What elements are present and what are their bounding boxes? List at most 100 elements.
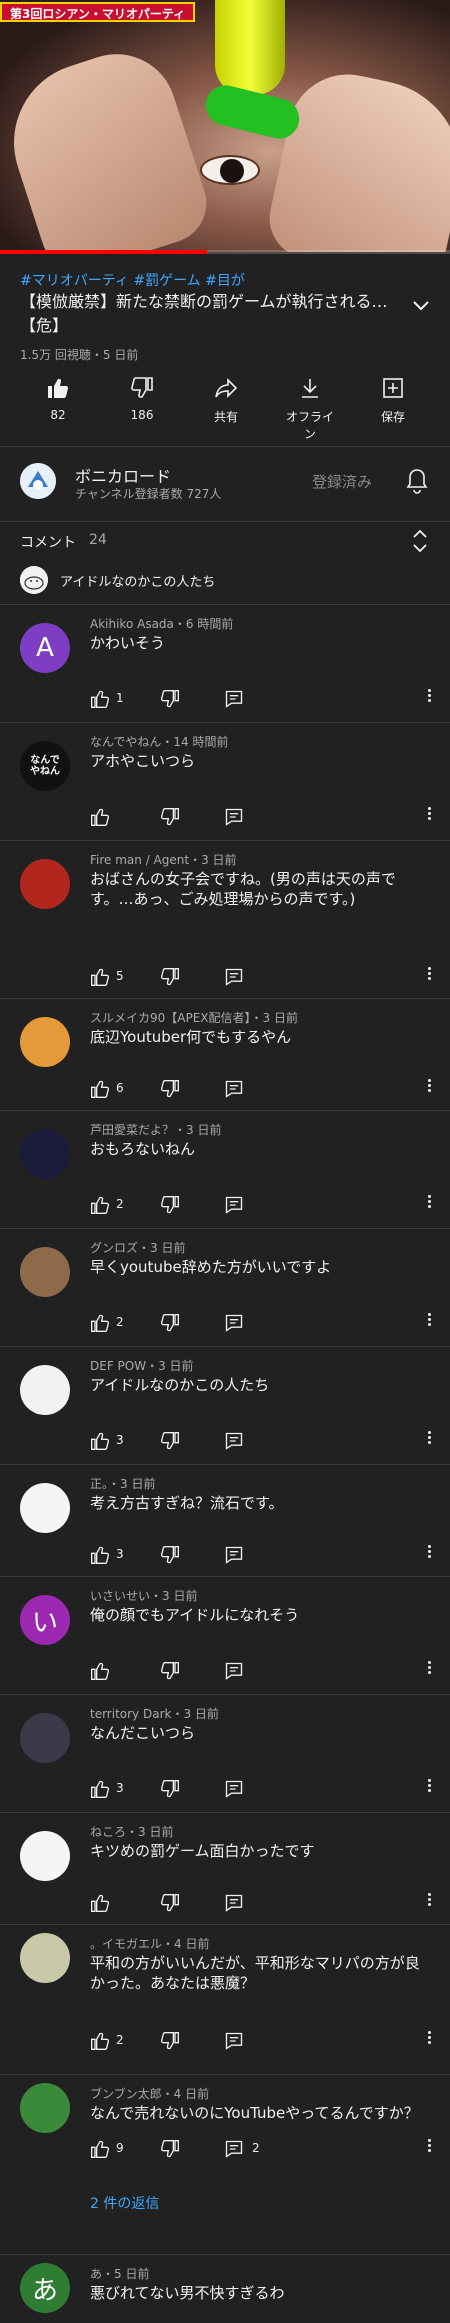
more-vert-icon[interactable] bbox=[426, 1777, 432, 1797]
commenter-avatar[interactable] bbox=[20, 1247, 70, 1297]
thumbs-up-icon[interactable] bbox=[90, 1079, 110, 1103]
comment-author[interactable]: スルメイカ90【APEX配信者】・3 日前 bbox=[90, 1009, 298, 1026]
save-button[interactable]: 保存 bbox=[336, 376, 450, 436]
channel-avatar[interactable] bbox=[20, 463, 56, 499]
comment-author[interactable]: ねころ・3 日前 bbox=[90, 1823, 173, 1840]
commenter-avatar[interactable]: A bbox=[20, 623, 70, 673]
commenter-avatar[interactable] bbox=[20, 1831, 70, 1881]
thumbs-up-icon[interactable] bbox=[90, 1431, 110, 1455]
comment-author[interactable]: territory Dark・3 日前 bbox=[90, 1705, 219, 1722]
playback-progress-bar[interactable] bbox=[0, 250, 450, 254]
commenter-avatar[interactable]: あ bbox=[20, 2263, 70, 2313]
commenter-avatar[interactable] bbox=[20, 1933, 70, 1983]
reply-icon[interactable] bbox=[224, 2031, 244, 2055]
comment-item: territory Dark・3 日前 なんだこいつら 3 bbox=[0, 1695, 450, 1813]
reply-icon[interactable] bbox=[224, 1545, 244, 1569]
commenter-avatar[interactable] bbox=[20, 1017, 70, 1067]
video-player[interactable]: 第3回ロシアン・マリオパーティ bbox=[0, 0, 450, 252]
comment-author[interactable]: DEF POW・3 日前 bbox=[90, 1357, 194, 1374]
reply-icon[interactable] bbox=[224, 689, 244, 713]
dislike-button[interactable]: 186 bbox=[116, 376, 168, 436]
thumbs-up-icon[interactable] bbox=[90, 807, 110, 831]
comment-author[interactable]: 。イモガエル・4 日前 bbox=[90, 1935, 209, 1952]
more-vert-icon[interactable] bbox=[426, 1659, 432, 1679]
thumbs-up-icon[interactable] bbox=[90, 689, 110, 713]
reply-icon[interactable] bbox=[224, 807, 244, 831]
thumbs-up-icon[interactable] bbox=[90, 1545, 110, 1569]
comments-header[interactable]: コメント 24 bbox=[0, 522, 450, 562]
more-vert-icon[interactable] bbox=[426, 1311, 432, 1331]
more-vert-icon[interactable] bbox=[426, 805, 432, 825]
comment-author[interactable]: Fire man / Agent・3 日前 bbox=[90, 851, 237, 868]
commenter-avatar[interactable] bbox=[20, 1129, 70, 1179]
reply-icon[interactable] bbox=[224, 1195, 244, 1219]
thumbs-up-icon[interactable] bbox=[90, 1661, 110, 1685]
reply-icon[interactable] bbox=[224, 1431, 244, 1455]
download-button[interactable]: オフライン bbox=[284, 376, 336, 441]
thumbs-down-icon[interactable] bbox=[160, 1545, 180, 1569]
comment-author[interactable]: いさいせい・3 日前 bbox=[90, 1587, 197, 1604]
video-hashtags[interactable]: #マリオパーティ #罰ゲーム #目が bbox=[20, 270, 245, 290]
thumbs-down-icon[interactable] bbox=[160, 1893, 180, 1917]
thumbs-up-icon[interactable] bbox=[90, 2139, 110, 2163]
expand-sort-icon[interactable] bbox=[410, 528, 430, 558]
reply-icon[interactable] bbox=[224, 1661, 244, 1685]
commenter-avatar[interactable] bbox=[20, 1365, 70, 1415]
comments-preview[interactable]: アイドルなのかこの人たち bbox=[20, 565, 215, 595]
thumbs-up-icon[interactable] bbox=[90, 1195, 110, 1219]
thumbs-up-icon[interactable] bbox=[90, 967, 110, 991]
thumbs-down-icon[interactable] bbox=[160, 1079, 180, 1103]
subscribed-button[interactable]: 登録済み bbox=[312, 471, 372, 492]
share-button[interactable]: 共有 bbox=[168, 376, 284, 436]
commenter-avatar[interactable] bbox=[20, 859, 70, 909]
channel-name[interactable]: ボニカロード bbox=[75, 463, 171, 487]
thumbs-down-icon[interactable] bbox=[160, 1661, 180, 1685]
chevron-down-icon[interactable] bbox=[406, 296, 436, 320]
thumbs-down-icon[interactable] bbox=[160, 967, 180, 991]
thumbs-down-icon[interactable] bbox=[160, 1313, 180, 1337]
thumbs-down-icon[interactable] bbox=[160, 1195, 180, 1219]
thumbs-up-icon[interactable] bbox=[90, 2031, 110, 2055]
comment-author[interactable]: グンロズ・3 日前 bbox=[90, 1239, 185, 1256]
more-vert-icon[interactable] bbox=[426, 687, 432, 707]
comment-author[interactable]: ブンブン太郎・4 日前 bbox=[90, 2085, 209, 2102]
commenter-avatar[interactable]: い bbox=[20, 1595, 70, 1645]
thumbs-up-icon[interactable] bbox=[90, 1893, 110, 1917]
reply-icon[interactable] bbox=[224, 1313, 244, 1337]
reply-icon[interactable] bbox=[224, 2139, 244, 2163]
thumbs-down-icon[interactable] bbox=[160, 1431, 180, 1455]
comment-author[interactable]: 芦田愛菜だよ？・3 日前 bbox=[90, 1121, 221, 1138]
comment-author[interactable]: なんでやねん・14 時間前 bbox=[90, 733, 229, 750]
commenter-avatar[interactable] bbox=[20, 2083, 70, 2133]
more-vert-icon[interactable] bbox=[426, 1077, 432, 1097]
thumbs-down-icon[interactable] bbox=[160, 807, 180, 831]
commenter-avatar[interactable]: なんでやねん bbox=[20, 741, 70, 791]
thumbs-down-icon[interactable] bbox=[160, 2031, 180, 2055]
bell-icon[interactable] bbox=[405, 467, 429, 499]
channel-row[interactable]: ボニカロード チャンネル登録者数 727人 登録済み bbox=[0, 447, 450, 517]
more-vert-icon[interactable] bbox=[426, 1193, 432, 1213]
like-button[interactable]: 82 bbox=[0, 376, 116, 436]
comment-author[interactable]: あ・5 日前 bbox=[90, 2265, 149, 2282]
thumbs-up-icon[interactable] bbox=[90, 1313, 110, 1337]
commenter-avatar[interactable] bbox=[20, 1483, 70, 1533]
more-vert-icon[interactable] bbox=[426, 965, 432, 985]
commenter-avatar[interactable] bbox=[20, 1713, 70, 1763]
more-vert-icon[interactable] bbox=[426, 2029, 432, 2049]
view-replies-link[interactable]: 2 件の返信 bbox=[90, 2193, 159, 2213]
more-vert-icon[interactable] bbox=[426, 2137, 432, 2157]
thumbs-down-icon[interactable] bbox=[160, 689, 180, 713]
more-vert-icon[interactable] bbox=[426, 1543, 432, 1563]
thumbs-up-icon[interactable] bbox=[90, 1779, 110, 1803]
more-vert-icon[interactable] bbox=[426, 1891, 432, 1911]
comment-author[interactable]: 正。・3 日前 bbox=[90, 1475, 155, 1492]
more-vert-icon[interactable] bbox=[426, 1429, 432, 1449]
thumbs-down-icon[interactable] bbox=[160, 2139, 180, 2163]
comment-author[interactable]: Akihiko Asada・6 時間前 bbox=[90, 615, 233, 632]
video-title[interactable]: 【模倣厳禁】新たな禁断の罰ゲームが執行される…【危】 bbox=[20, 290, 400, 338]
reply-icon[interactable] bbox=[224, 1893, 244, 1917]
thumbs-down-icon[interactable] bbox=[160, 1779, 180, 1803]
reply-icon[interactable] bbox=[224, 1779, 244, 1803]
reply-icon[interactable] bbox=[224, 1079, 244, 1103]
reply-icon[interactable] bbox=[224, 967, 244, 991]
